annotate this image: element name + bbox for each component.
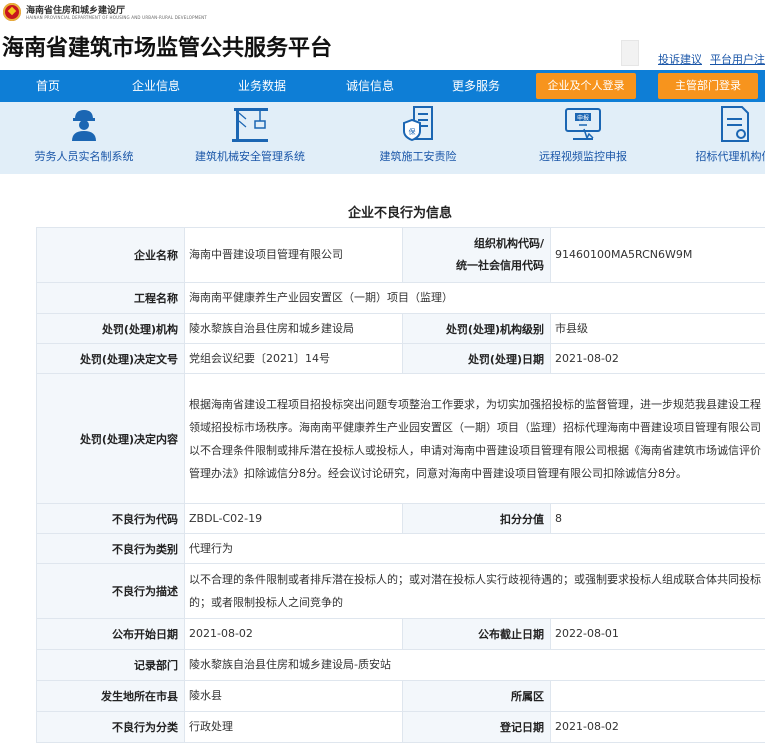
decision-content-value: 根据海南省建设工程项目招投标突出问题专项整治工作要求，为切实加强招投标的监督管理… [184,373,765,504]
deduction-value: 8 [550,503,765,534]
table-row: 处罚(处理)决定文号 党组会议纪要〔2021〕14号 处罚(处理)日期 2021… [36,343,765,374]
behavior-type-value: 代理行为 [184,533,765,564]
table-row: 不良行为描述 以不合理的条件限制或者排斥潜在投标人的；或对潜在投标人实行歧视待遇… [36,563,765,619]
project-name-label: 工程名称 [36,282,185,314]
complaint-link[interactable]: 投诉建议 [658,53,702,66]
org-header: 海南省住房和城乡建设厅 HAINAN PROVINCIAL DEPARTMENT… [0,0,765,26]
system-labor-realname[interactable]: 劳务人员实名制系统 [24,102,144,174]
decision-date-value: 2021-08-02 [550,343,765,374]
nav-home[interactable]: 首页 [20,70,76,102]
system-bidding-agency[interactable]: 招标代理机构信 [684,102,765,174]
deduction-label: 扣分分值 [402,503,551,534]
top-links: 投诉建议 平台用户注 [650,51,765,67]
behavior-code-label: 不良行为代码 [36,503,185,534]
record-dept-value: 陵水黎族自治县住房和城乡建设局-质安站 [184,649,765,681]
project-name-value: 海南南平健康养生产业园安置区（一期）项目（监理） [184,282,765,314]
table-row: 发生地所在市县 陵水县 所属区 [36,680,765,712]
register-date-label: 登记日期 [402,711,551,743]
table-row: 处罚(处理)机构 陵水黎族自治县住房和城乡建设局 处罚(处理)机构级别 市县级 [36,313,765,344]
authority-login-button[interactable]: 主管部门登录 [658,73,758,99]
location-value: 陵水县 [184,680,403,712]
table-row: 不良行为代码 ZBDL-C02-19 扣分分值 8 [36,503,765,534]
table-row: 工程名称 海南南平健康养生产业园安置区（一期）项目（监理） [36,282,765,314]
user-register-link[interactable]: 平台用户注 [710,53,765,66]
system-machinery-safety[interactable]: 建筑机械安全管理系统 [188,102,312,174]
bad-behavior-detail-table: 企业名称 海南中晋建设项目管理有限公司 组织机构代码/统一社会信用代码 9146… [36,227,765,743]
behavior-desc-label: 不良行为描述 [36,563,185,619]
category-label: 不良行为分类 [36,711,185,743]
district-label: 所属区 [402,680,551,712]
system-safety-insurance[interactable]: 保 建筑施工安责险 [366,102,470,174]
district-value [550,680,765,712]
decision-no-label: 处罚(处理)决定文号 [36,343,185,374]
org-code-label-line2: 统一社会信用代码 [456,259,544,272]
authority-label: 处罚(处理)机构 [36,313,185,344]
org-name-en: HAINAN PROVINCIAL DEPARTMENT OF HOUSING … [26,15,207,20]
enterprise-name-label: 企业名称 [36,227,185,283]
insurance-doc-icon: 保 [403,106,433,142]
nav-enterprise-info[interactable]: 企业信息 [126,70,186,102]
category-value: 行政处理 [184,711,403,743]
table-row: 不良行为类别 代理行为 [36,533,765,564]
publish-start-value: 2021-08-02 [184,618,403,650]
publish-start-label: 公布开始日期 [36,618,185,650]
record-dept-label: 记录部门 [36,649,185,681]
nav-credit-info[interactable]: 诚信信息 [340,70,400,102]
org-code-value: 91460100MA5RCN6W9M [550,227,765,283]
worker-icon [72,110,96,141]
authority-level-value: 市县级 [550,313,765,344]
enterprise-login-button[interactable]: 企业及个人登录 [536,73,636,99]
table-row: 处罚(处理)决定内容 根据海南省建设工程项目招投标突出问题专项整治工作要求，为切… [36,373,765,504]
table-row: 不良行为分类 行政处理 登记日期 2021-08-02 [36,711,765,743]
enterprise-name-value: 海南中晋建设项目管理有限公司 [184,227,403,283]
national-emblem-icon [3,3,21,21]
nav-more-services[interactable]: 更多服务 [446,70,506,102]
system-remote-monitoring[interactable]: 申报 远程视频监控申报 [528,102,638,174]
org-code-label-line1: 组织机构代码/ [473,237,544,250]
table-row: 公布开始日期 2021-08-02 公布截止日期 2022-08-01 [36,618,765,650]
qr-badge [621,40,639,66]
system-label: 建筑机械安全管理系统 [195,150,305,163]
system-label: 招标代理机构信 [695,150,765,163]
decision-content-label: 处罚(处理)决定内容 [36,373,185,504]
behavior-code-value: ZBDL-C02-19 [184,503,403,534]
system-label: 劳务人员实名制系统 [34,150,134,163]
authority-value: 陵水黎族自治县住房和城乡建设局 [184,313,403,344]
behavior-type-label: 不良行为类别 [36,533,185,564]
decision-no-value: 党组会议纪要〔2021〕14号 [184,343,403,374]
document-icon [721,106,749,142]
publish-end-label: 公布截止日期 [402,618,551,650]
svg-text:申报: 申报 [577,114,589,122]
section-title: 企业不良行为信息 [347,206,452,221]
system-label: 远程视频监控申报 [539,150,627,163]
site-title: 海南省建筑市场监管公共服务平台 [2,36,333,61]
authority-level-label: 处罚(处理)机构级别 [402,313,551,344]
register-date-value: 2021-08-02 [550,711,765,743]
behavior-desc-value: 以不合理的条件限制或者排斥潜在投标人的；或对潜在投标人实行歧视待遇的；或强制要求… [184,563,765,619]
system-label: 建筑施工安责险 [379,150,457,163]
publish-end-value: 2022-08-01 [550,618,765,650]
crane-icon [232,108,268,142]
svg-text:保: 保 [409,127,416,136]
location-label: 发生地所在市县 [36,680,185,712]
nav-business-data[interactable]: 业务数据 [232,70,292,102]
monitor-report-icon: 申报 [565,108,601,140]
system-shortcuts: 劳务人员实名制系统 建筑机械安全管理系统 保 建筑施工安责险 申报 远程视频监控… [0,102,765,174]
table-row: 记录部门 陵水黎族自治县住房和城乡建设局-质安站 [36,649,765,681]
decision-date-label: 处罚(处理)日期 [402,343,551,374]
table-row: 企业名称 海南中晋建设项目管理有限公司 组织机构代码/统一社会信用代码 9146… [36,227,765,283]
main-nav: 首页 企业信息 业务数据 诚信信息 更多服务 企业及个人登录 主管部门登录 [0,70,765,102]
org-code-label: 组织机构代码/统一社会信用代码 [402,227,551,283]
